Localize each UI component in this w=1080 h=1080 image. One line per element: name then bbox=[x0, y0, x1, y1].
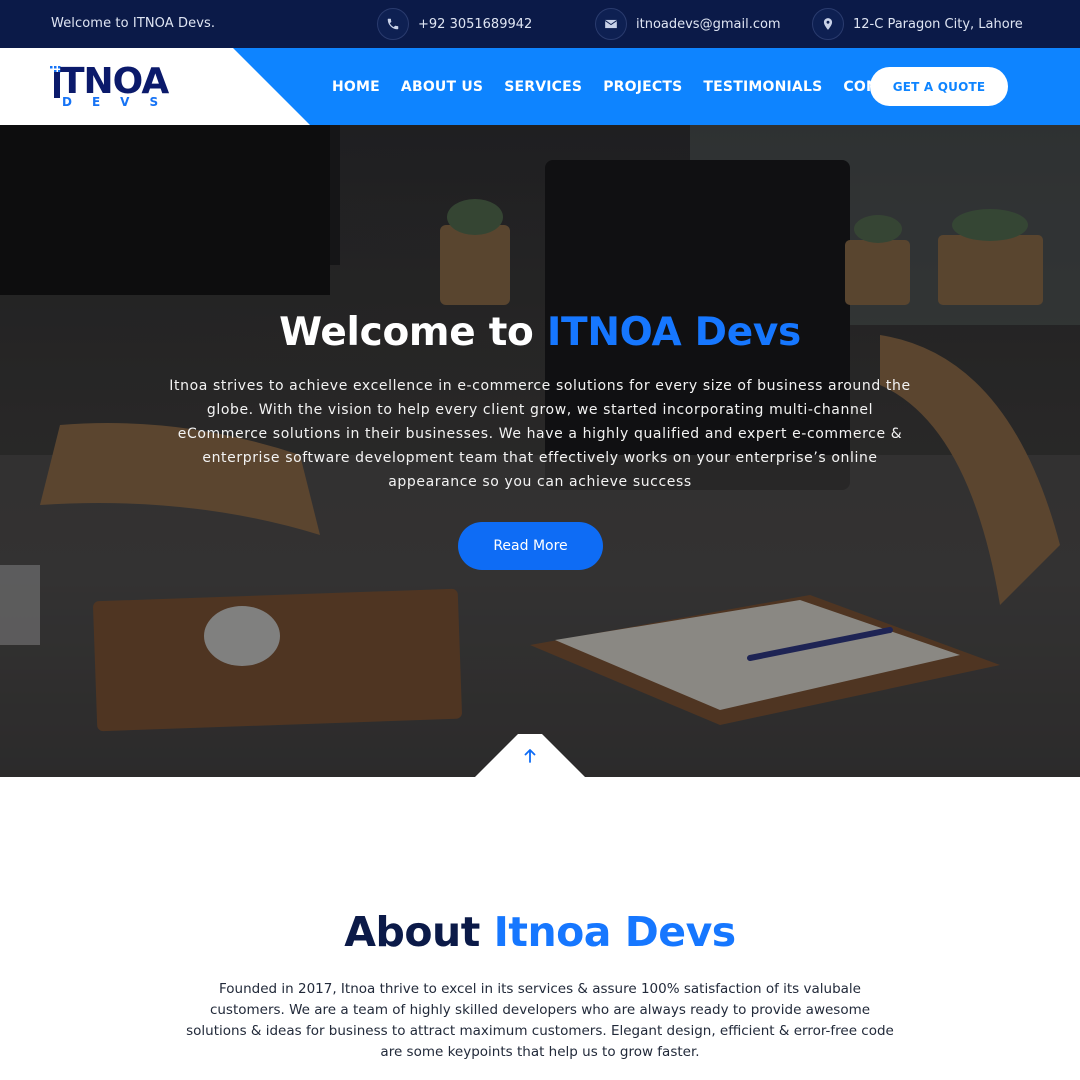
arrow-up-icon bbox=[524, 749, 536, 763]
map-pin-icon bbox=[812, 8, 844, 40]
about-title-accent: Itnoa Devs bbox=[493, 908, 737, 956]
get-a-quote-button[interactable]: GET A QUOTE bbox=[870, 67, 1008, 106]
nav-about-us[interactable]: ABOUT US bbox=[401, 79, 483, 95]
top-info-bar: Welcome to ITNOA Devs. +92 3051689942 it… bbox=[0, 0, 1080, 48]
email-contact[interactable]: itnoadevs@gmail.com bbox=[595, 8, 781, 40]
nav-projects[interactable]: PROJECTS bbox=[603, 79, 682, 95]
read-more-button[interactable]: Read More bbox=[458, 522, 603, 570]
about-description: Founded in 2017, Itnoa thrive to excel i… bbox=[186, 981, 894, 1060]
phone-icon bbox=[377, 8, 409, 40]
hero-description: Itnoa strives to achieve excellence in e… bbox=[169, 378, 911, 490]
hero-section: Welcome to ITNOA Devs Itnoa strives to a… bbox=[0, 125, 1080, 777]
main-header: TNOA DEVS HOME ABOUT US SERVICES PROJECT… bbox=[0, 48, 1080, 125]
address-text: 12-C Paragon City, Lahore bbox=[853, 16, 1023, 32]
phone-contact[interactable]: +92 3051689942 bbox=[377, 8, 532, 40]
about-title-prefix: About bbox=[344, 908, 494, 956]
about-title: About Itnoa Devs bbox=[0, 908, 1080, 956]
site-logo[interactable]: TNOA DEVS bbox=[50, 62, 190, 114]
nav-home[interactable]: HOME bbox=[332, 79, 380, 95]
email-address: itnoadevs@gmail.com bbox=[636, 16, 781, 32]
nav-services[interactable]: SERVICES bbox=[504, 79, 582, 95]
hero-title-accent: ITNOA Devs bbox=[546, 310, 801, 355]
nav-testimonials[interactable]: TESTIMONIALS bbox=[703, 79, 822, 95]
envelope-icon bbox=[595, 8, 627, 40]
logo-subtext: DEVS bbox=[62, 95, 179, 109]
hero-title-prefix: Welcome to bbox=[279, 310, 547, 355]
hero-title: Welcome to ITNOA Devs bbox=[0, 310, 1080, 355]
address-contact[interactable]: 12-C Paragon City, Lahore bbox=[812, 8, 1023, 40]
phone-number: +92 3051689942 bbox=[418, 16, 533, 32]
welcome-text: Welcome to ITNOA Devs. bbox=[51, 16, 216, 31]
